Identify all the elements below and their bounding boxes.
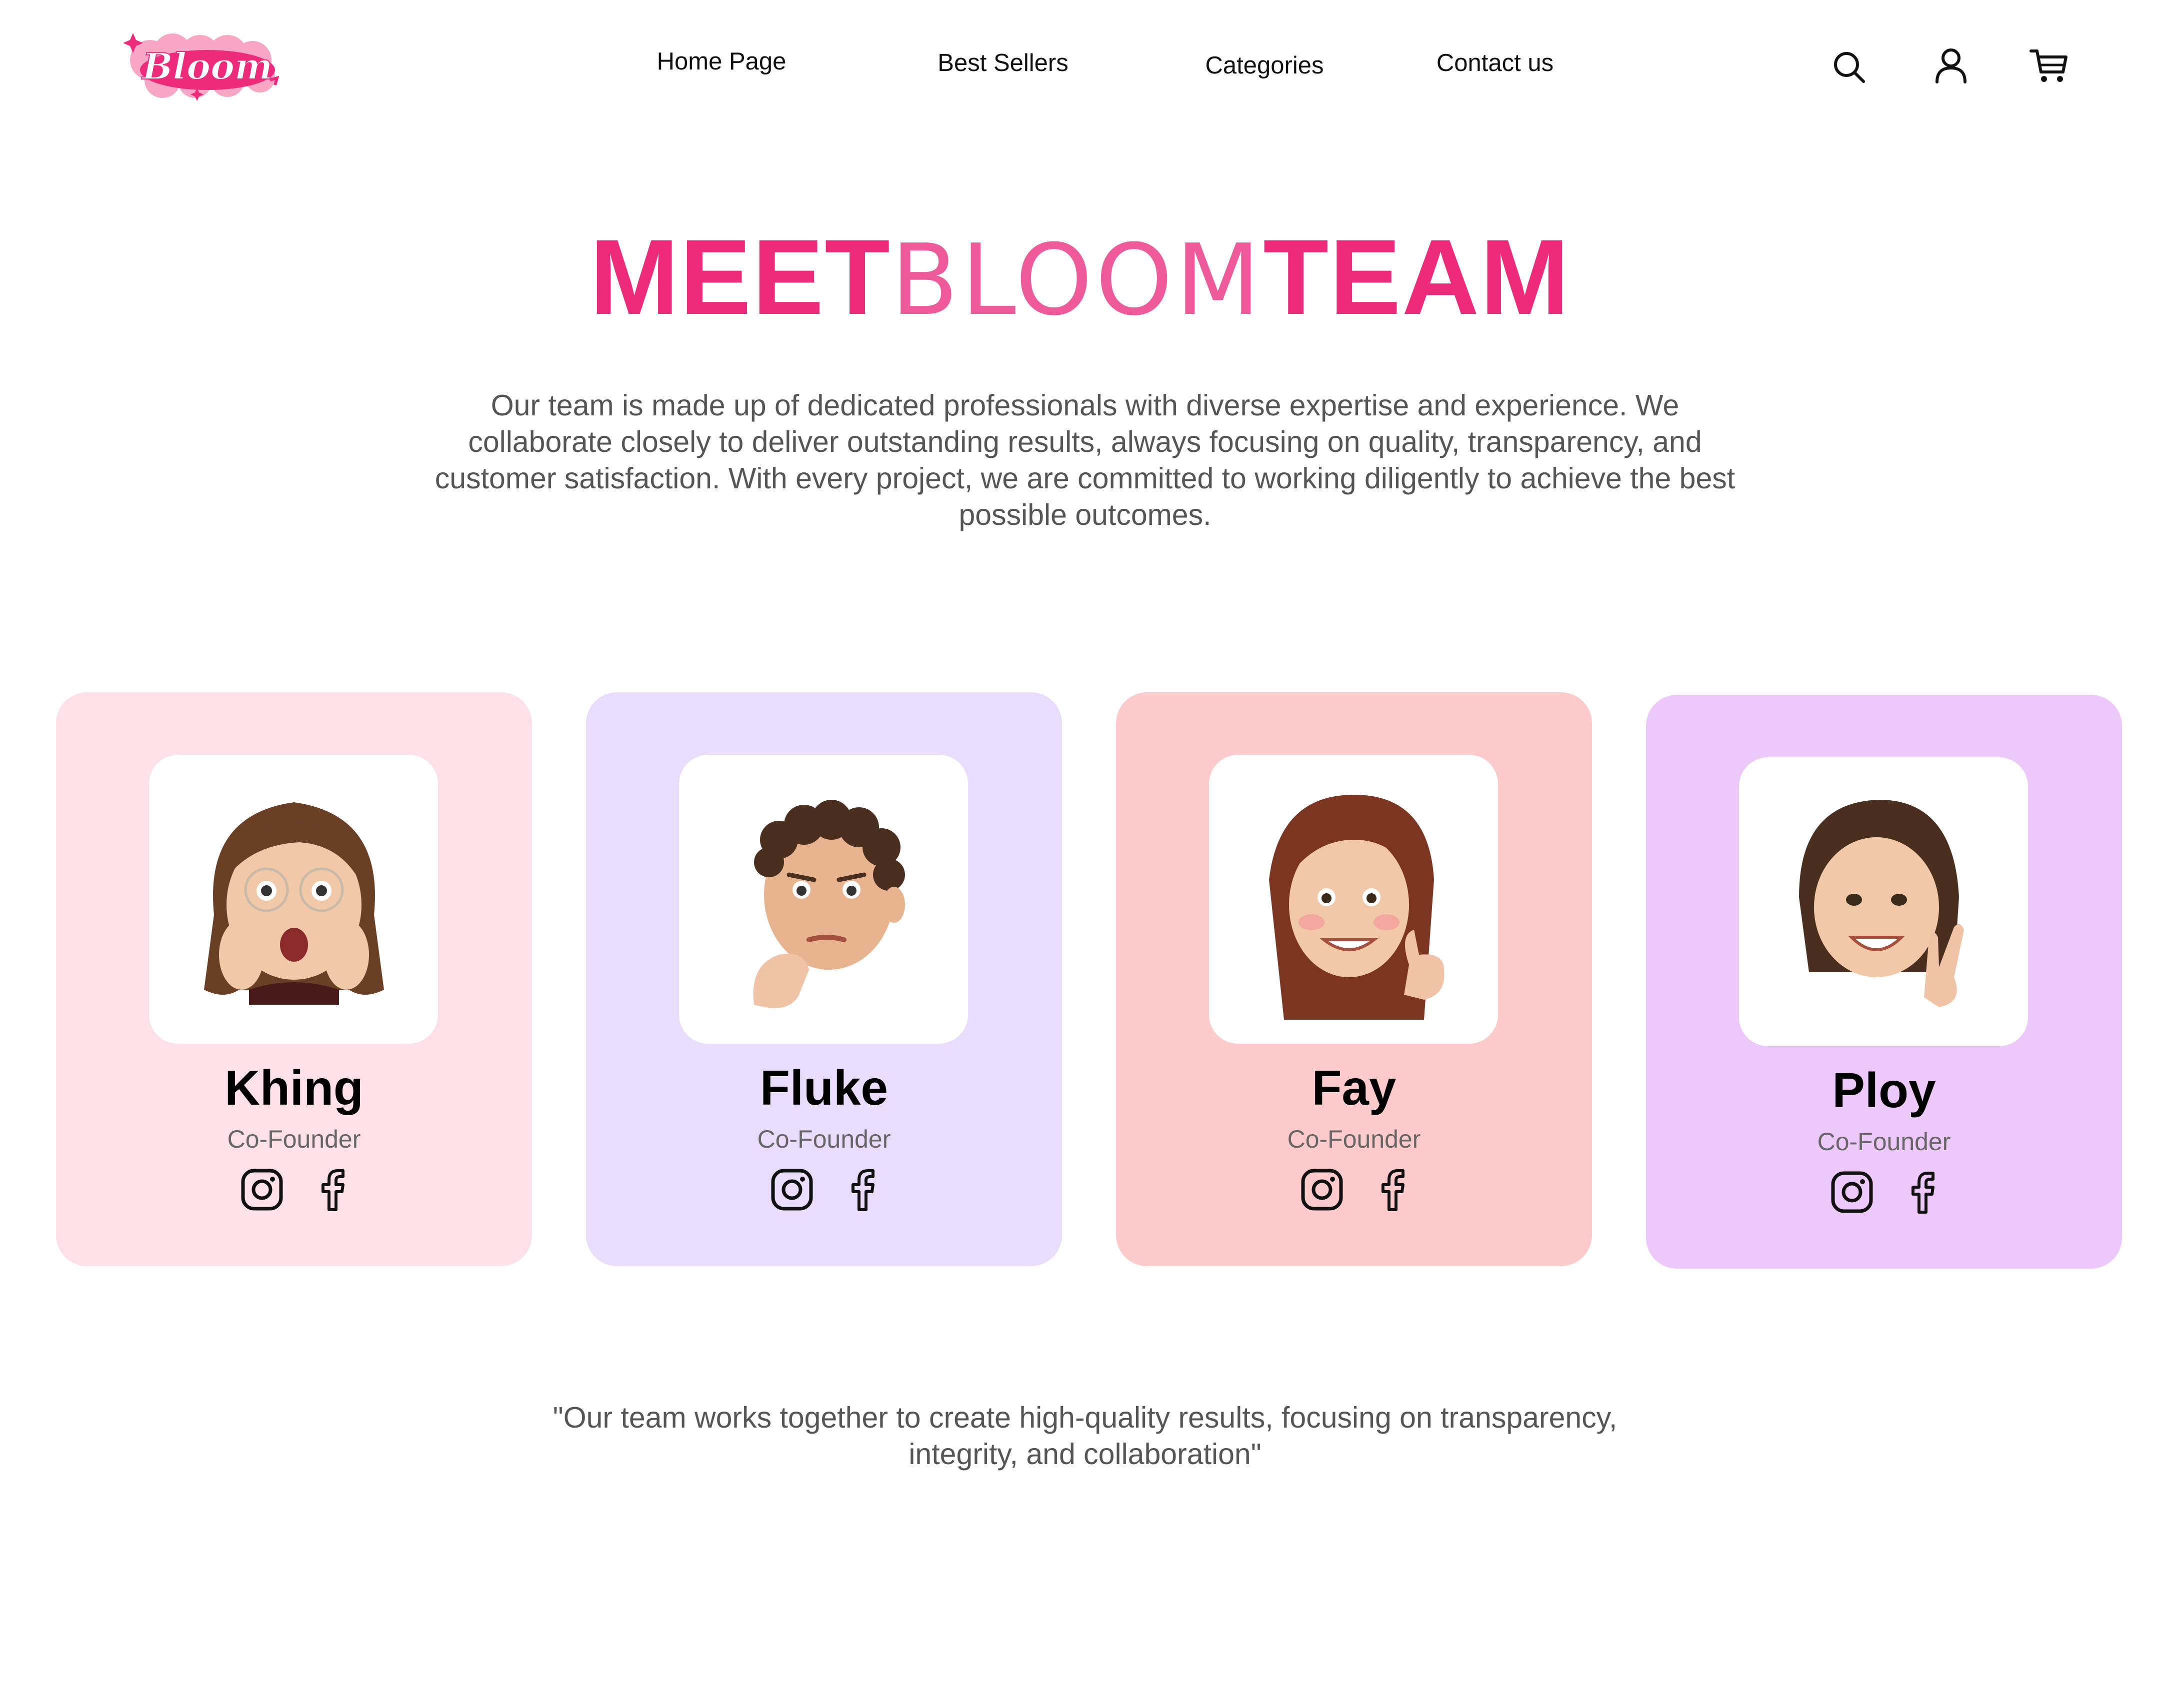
cart-icon[interactable] xyxy=(2029,45,2069,85)
bloom-logo[interactable]: Bloom xyxy=(120,25,290,105)
team-card-fluke: Fluke Co-Founder xyxy=(586,692,1062,1266)
avatar-khing xyxy=(149,755,438,1044)
intro-paragraph: Our team is made up of dedicated profess… xyxy=(434,389,1736,531)
title-team: TEAM xyxy=(1263,217,1570,337)
team-card-khing: Khing Co-Founder xyxy=(56,692,532,1266)
member-name: Khing xyxy=(224,1060,364,1115)
team-quote: "Our team works together to create high-… xyxy=(552,1401,1618,1471)
user-icon[interactable] xyxy=(1931,45,1971,85)
team-card-ploy: Ploy Co-Founder xyxy=(1646,695,2122,1269)
title-bloom: BLOOM xyxy=(890,223,1264,337)
nav-categories[interactable]: Categories xyxy=(1206,51,1324,79)
facebook-icon[interactable] xyxy=(837,1165,887,1215)
member-role: Co-Founder xyxy=(1287,1125,1421,1153)
team-card-fay: Fay Co-Founder xyxy=(1116,692,1592,1266)
member-name: Fay xyxy=(1312,1060,1396,1115)
avatar-fay xyxy=(1209,755,1498,1044)
avatar-ploy xyxy=(1739,757,2028,1046)
member-name: Ploy xyxy=(1832,1063,1936,1118)
instagram-icon[interactable] xyxy=(767,1165,817,1215)
member-role: Co-Founder xyxy=(227,1125,361,1153)
facebook-icon[interactable] xyxy=(1897,1167,1947,1217)
member-name: Fluke xyxy=(760,1060,888,1115)
avatar-fluke xyxy=(679,755,968,1044)
instagram-icon[interactable] xyxy=(1297,1165,1347,1215)
member-role: Co-Founder xyxy=(757,1125,891,1153)
page-title: MEETBLOOMTEAM xyxy=(0,220,2160,338)
logo-text: Bloom xyxy=(142,45,272,87)
nav-best-sellers[interactable]: Best Sellers xyxy=(938,49,1068,77)
instagram-icon[interactable] xyxy=(237,1165,287,1215)
search-icon[interactable] xyxy=(1830,47,1870,87)
nav-contact-us[interactable]: Contact us xyxy=(1436,49,1554,77)
instagram-icon[interactable] xyxy=(1827,1167,1877,1217)
facebook-icon[interactable] xyxy=(307,1165,357,1215)
facebook-icon[interactable] xyxy=(1367,1165,1417,1215)
title-meet: MEET xyxy=(590,217,891,337)
nav-home-page[interactable]: Home Page xyxy=(657,47,786,75)
member-role: Co-Founder xyxy=(1817,1128,1951,1156)
